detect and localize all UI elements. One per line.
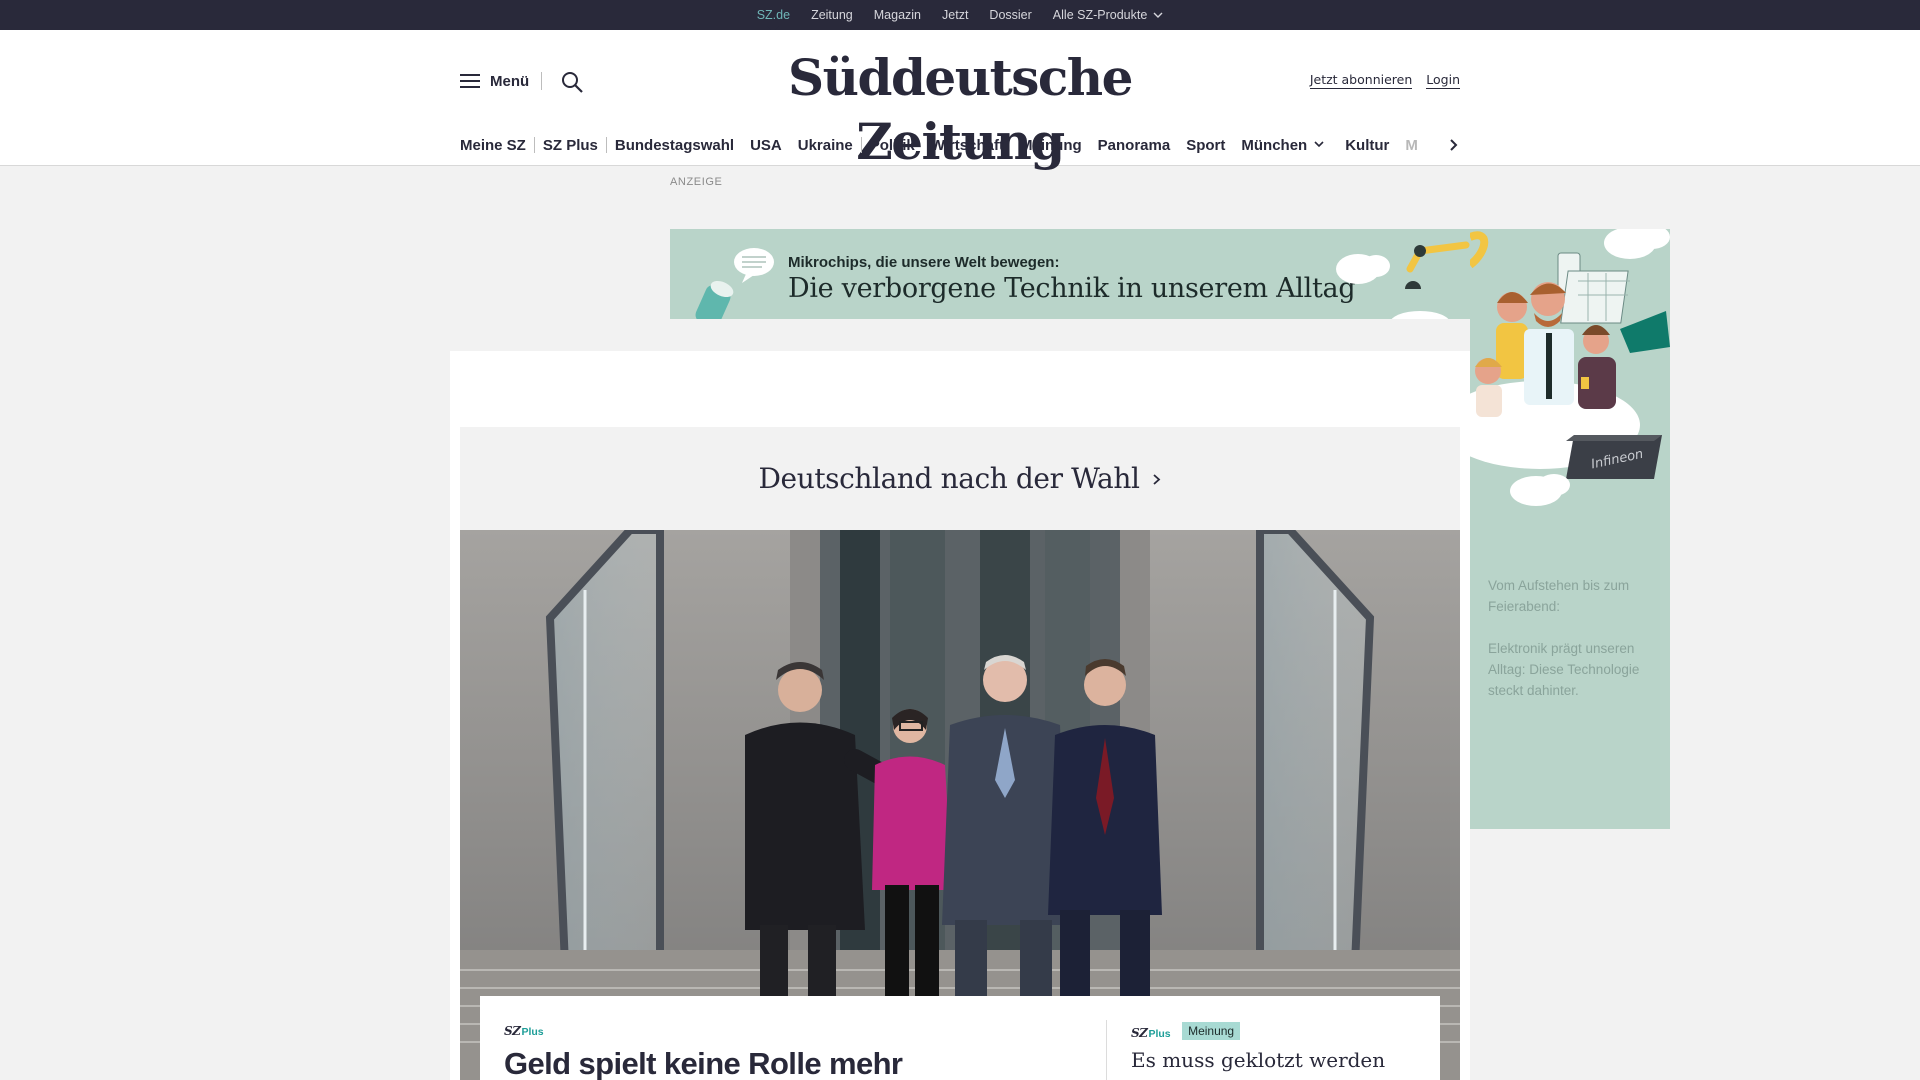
topbar-link-alle-produkte-label: Alle SZ-Produkte [1052, 8, 1148, 22]
nav-item-bundestagswahl[interactable]: Bundestagswahl [615, 137, 734, 154]
teaser-divider [1106, 1020, 1107, 1080]
sz-plus-sz-mark: SZ [1131, 1026, 1148, 1040]
lead-headline: Geld spielt keine Rolle mehr [504, 1046, 903, 1080]
account-links: Jetzt abonnieren Login [1309, 72, 1460, 89]
nav-item-sz-plus[interactable]: SZ Plus [543, 137, 598, 154]
search-icon[interactable] [560, 70, 584, 94]
dossier-banner[interactable]: Deutschland nach der Wahl [460, 427, 1460, 530]
hamburger-icon [460, 74, 480, 88]
nav-divider [860, 137, 862, 153]
nav-item-truncated[interactable]: M [1405, 137, 1418, 154]
sz-plus-badge: SZ Plus [1131, 1026, 1171, 1040]
topbar-link-jetzt[interactable]: Jetzt [942, 8, 968, 22]
opinion-teaser[interactable]: SZ Plus Meinung Es muss geklotzt werden [1131, 1022, 1421, 1072]
topbar-link-sz-de[interactable]: SZ.de [757, 8, 790, 22]
opinion-headline: Es muss geklotzt werden [1131, 1048, 1386, 1072]
ad-side-text-2: Elektronik prägt unseren Alltag: Diese T… [1488, 641, 1640, 698]
nav-item-usa[interactable]: USA [750, 137, 782, 154]
topbar-link-dossier[interactable]: Dossier [989, 8, 1031, 22]
site-header: Menü Süddeutsche Zeitung Jetzt abonniere… [0, 30, 1920, 171]
menu-label: Menü [490, 72, 530, 90]
lead-teaser[interactable]: SZ Plus Geld spielt keine Rolle mehr [504, 1022, 1084, 1080]
chevron-right-icon [1152, 473, 1160, 485]
category-badge: Meinung [1182, 1022, 1241, 1040]
subscribe-link[interactable]: Jetzt abonnieren [1309, 72, 1413, 89]
nav-divider [605, 137, 607, 153]
sz-plus-plus-mark: Plus [1148, 1028, 1171, 1040]
teaser-card: SZ Plus Geld spielt keine Rolle mehr SZ … [480, 996, 1440, 1080]
ad-side-text: Vom Aufstehen bis zum Feierabend: Elektr… [1488, 575, 1658, 701]
ad-side-text-1: Vom Aufstehen bis zum Feierabend: [1488, 578, 1630, 614]
sz-plus-sz-mark: SZ [504, 1024, 521, 1038]
nav-item-sport[interactable]: Sport [1186, 137, 1225, 154]
dossier-title: Deutschland nach der Wahl [758, 462, 1140, 495]
nav-item-muenchen-label: München [1241, 136, 1308, 154]
ad-skyscraper[interactable]: Infineon Vom Aufstehen bis zum Feieraben… [1470, 229, 1670, 829]
nav-item-wirtschaft[interactable]: Wirtschaft [931, 137, 1004, 154]
nav-item-panorama[interactable]: Panorama [1098, 137, 1171, 154]
nav-item-meine-sz[interactable]: Meine SZ [460, 137, 526, 154]
ad-banner[interactable]: Mikrochips, die unsere Welt bewegen: Die… [670, 229, 1470, 319]
top-product-bar: SZ.de Zeitung Magazin Jetzt Dossier Alle… [0, 0, 1920, 30]
chevron-down-icon [1153, 12, 1163, 18]
ad-illustration-left [695, 248, 774, 319]
header-divider [541, 72, 543, 90]
nav-scroll-next-button[interactable] [1420, 130, 1460, 160]
topbar-link-alle-produkte[interactable]: Alle SZ-Produkte [1053, 8, 1163, 22]
sz-plus-plus-mark: Plus [521, 1026, 544, 1038]
section-nav: Meine SZ SZ Plus Bundestagswahl USA Ukra… [460, 130, 1460, 160]
topbar-link-magazin[interactable]: Magazin [874, 8, 921, 22]
ad-kicker: Mikrochips, die unsere Welt bewegen: [788, 254, 1060, 271]
nav-item-kultur[interactable]: Kultur [1345, 137, 1389, 154]
nav-item-muenchen[interactable]: München [1241, 137, 1329, 154]
login-link[interactable]: Login [1426, 72, 1460, 89]
menu-button[interactable]: Menü [460, 72, 543, 90]
nav-item-ukraine[interactable]: Ukraine [798, 137, 853, 154]
topbar-link-zeitung[interactable]: Zeitung [811, 8, 853, 22]
chevron-right-icon [1450, 139, 1458, 151]
nav-item-politik[interactable]: Politik [870, 137, 915, 154]
nav-item-meinung[interactable]: Meinung [1020, 137, 1082, 154]
ad-illustration-people: Infineon [1470, 229, 1670, 506]
ad-label: ANZEIGE [670, 176, 723, 188]
ad-illustration-right [1336, 241, 1470, 319]
nav-divider [533, 137, 535, 153]
chevron-down-icon [1314, 141, 1324, 148]
sz-plus-badge: SZ Plus [504, 1024, 544, 1038]
main-content: Deutschland nach der Wahl [450, 351, 1470, 1080]
